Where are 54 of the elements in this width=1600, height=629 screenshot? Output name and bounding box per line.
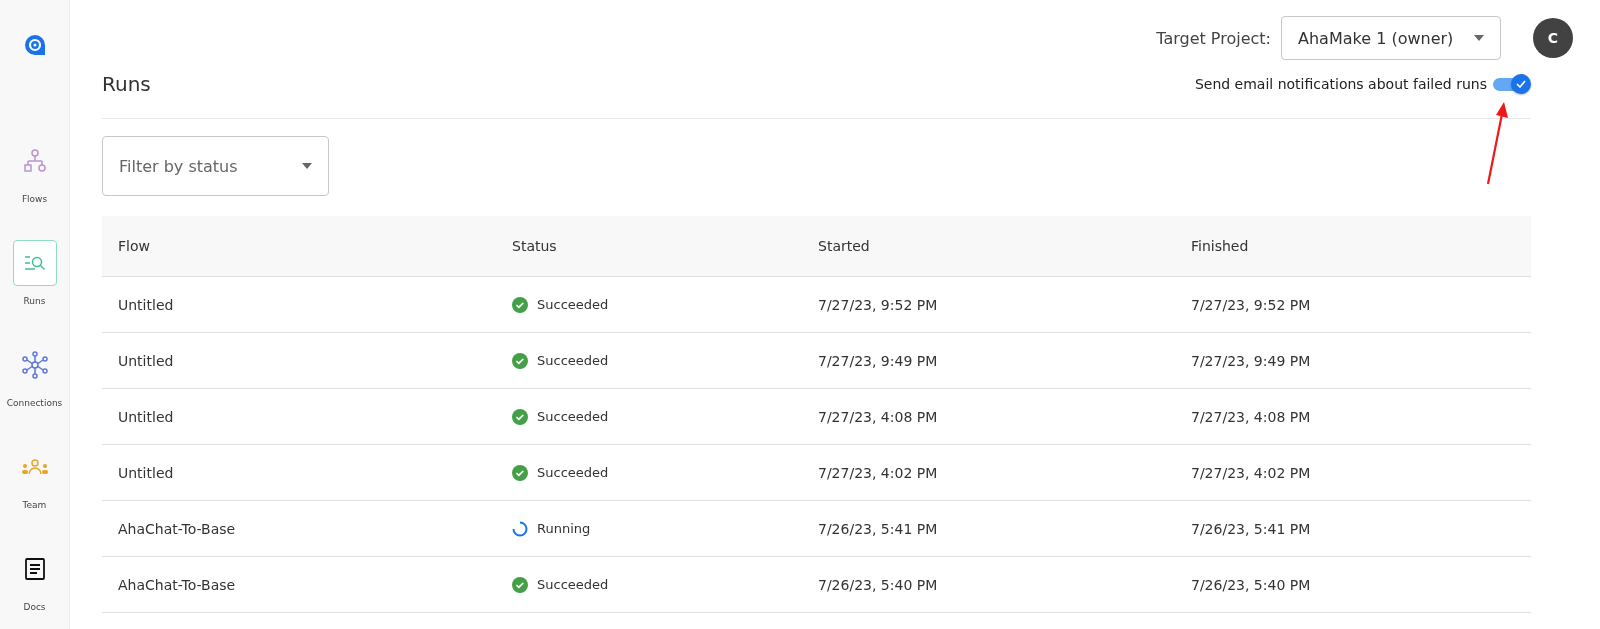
sidebar-item[interactable]: Team <box>12 444 57 510</box>
document-icon <box>24 558 45 580</box>
status-text: Succeeded <box>537 409 609 424</box>
sidebar-item[interactable]: Flows <box>12 138 57 204</box>
status-text: Succeeded <box>537 577 609 592</box>
check-circle-icon <box>512 352 528 369</box>
finished-cell-text: 7/27/23, 9:49 PM <box>1190 352 1312 369</box>
network-icon <box>20 351 49 379</box>
started-cell-text: 7/26/23, 5:41 PM <box>817 520 939 537</box>
list-search-icon <box>23 255 46 271</box>
user-avatar[interactable]: C <box>1533 18 1573 58</box>
column-header: Status <box>511 238 558 254</box>
flow-cell-text: Untitled <box>117 464 175 481</box>
sidebar-item[interactable]: Docs <box>12 546 57 612</box>
column-header: Started <box>817 238 871 254</box>
finished-cell-text: 7/27/23, 4:02 PM <box>1190 464 1312 481</box>
started-cell-text: 7/27/23, 4:02 PM <box>817 464 939 481</box>
started-cell-text: 7/27/23, 9:49 PM <box>817 352 939 369</box>
check-circle-icon <box>512 464 528 481</box>
finished-cell-text: 7/26/23, 5:41 PM <box>1190 520 1312 537</box>
page-title: Runs <box>102 72 151 96</box>
project-select[interactable]: AhaMake 1 (owner) <box>1281 16 1501 60</box>
sidebar-item[interactable]: Connections <box>6 342 63 408</box>
status-filter[interactable]: Filter by status <box>102 136 329 196</box>
notify-label: Send email notifications about failed runs <box>1194 76 1487 92</box>
flow-cell-text: AhaChat-To-Base <box>117 576 237 593</box>
caret-icon <box>1474 35 1484 41</box>
check-circle-icon <box>512 296 528 313</box>
started-cell-text: 7/27/23, 9:52 PM <box>817 296 939 313</box>
notify-toggle[interactable] <box>1493 74 1531 94</box>
hierarchy-icon <box>23 149 46 173</box>
check-circle-icon <box>512 576 528 593</box>
started-cell-text: 7/27/23, 4:08 PM <box>817 408 939 425</box>
spinner-icon <box>512 520 528 537</box>
check-circle-icon <box>512 408 528 425</box>
status-text: Succeeded <box>537 465 609 480</box>
status-text: Succeeded <box>537 297 609 312</box>
group-icon <box>20 459 49 475</box>
project-label: Target Project: <box>1156 28 1271 48</box>
flow-cell-text: Untitled <box>117 352 175 369</box>
started-cell-text: 7/26/23, 5:40 PM <box>817 576 939 593</box>
flow-cell-text: Untitled <box>117 408 175 425</box>
caret-icon <box>302 163 312 169</box>
column-header: Finished <box>1190 238 1250 254</box>
status-text: Succeeded <box>537 353 609 368</box>
flow-cell-text: AhaChat-To-Base <box>117 520 237 537</box>
status-text: Running <box>537 521 591 536</box>
app-logo-icon <box>23 34 46 56</box>
column-header: Flow <box>117 238 151 254</box>
check-icon <box>1516 80 1526 88</box>
finished-cell-text: 7/27/23, 9:52 PM <box>1190 296 1312 313</box>
flow-cell-text: Untitled <box>117 296 175 313</box>
finished-cell-text: 7/26/23, 5:40 PM <box>1190 576 1312 593</box>
finished-cell-text: 7/27/23, 4:08 PM <box>1190 408 1312 425</box>
